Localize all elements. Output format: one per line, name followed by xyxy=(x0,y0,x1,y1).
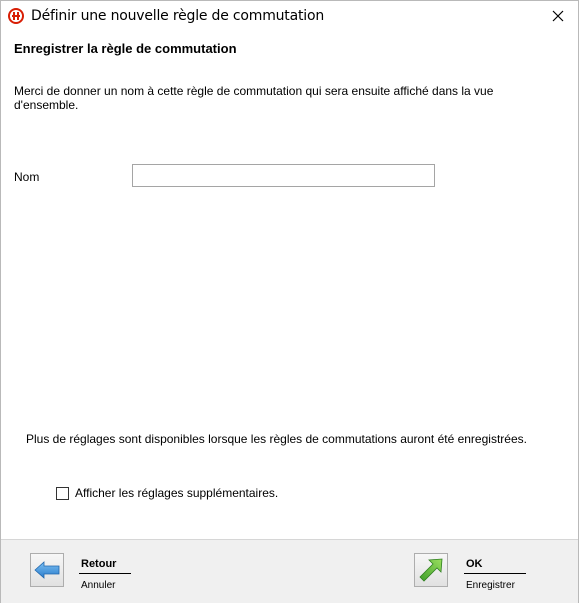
show-more-settings-checkbox[interactable] xyxy=(56,486,69,500)
cancel-label[interactable]: Annuler xyxy=(81,580,115,591)
show-more-settings-checkbox-row[interactable]: Afficher les réglages supplémentaires. xyxy=(56,486,278,500)
app-logo-icon xyxy=(8,8,24,24)
ok-button[interactable] xyxy=(414,553,448,587)
footer-bar: Retour Annuler OK Enregistrer xyxy=(1,539,578,603)
arrow-up-right-icon xyxy=(419,558,443,582)
more-settings-note: Plus de réglages sont disponibles lorsqu… xyxy=(26,432,527,446)
window-title: Définir une nouvelle règle de commutatio… xyxy=(31,8,324,24)
ok-button-label[interactable]: OK xyxy=(466,558,483,570)
back-divider xyxy=(79,573,131,574)
show-more-settings-label: Afficher les réglages supplémentaires. xyxy=(75,486,279,500)
section-title: Enregistrer la règle de commutation xyxy=(14,41,237,56)
description-text: Merci de donner un nom à cette règle de … xyxy=(14,84,494,112)
dialog-window: Définir une nouvelle règle de commutatio… xyxy=(0,0,579,603)
name-label: Nom xyxy=(14,170,40,184)
back-button[interactable] xyxy=(30,553,64,587)
back-button-label[interactable]: Retour xyxy=(81,558,116,570)
name-input[interactable] xyxy=(132,164,435,187)
arrow-left-icon xyxy=(34,561,60,579)
close-icon xyxy=(552,10,564,22)
ok-divider xyxy=(464,573,526,574)
save-label[interactable]: Enregistrer xyxy=(466,580,515,591)
close-button[interactable] xyxy=(538,1,578,31)
title-bar: Définir une nouvelle règle de commutatio… xyxy=(1,1,578,31)
